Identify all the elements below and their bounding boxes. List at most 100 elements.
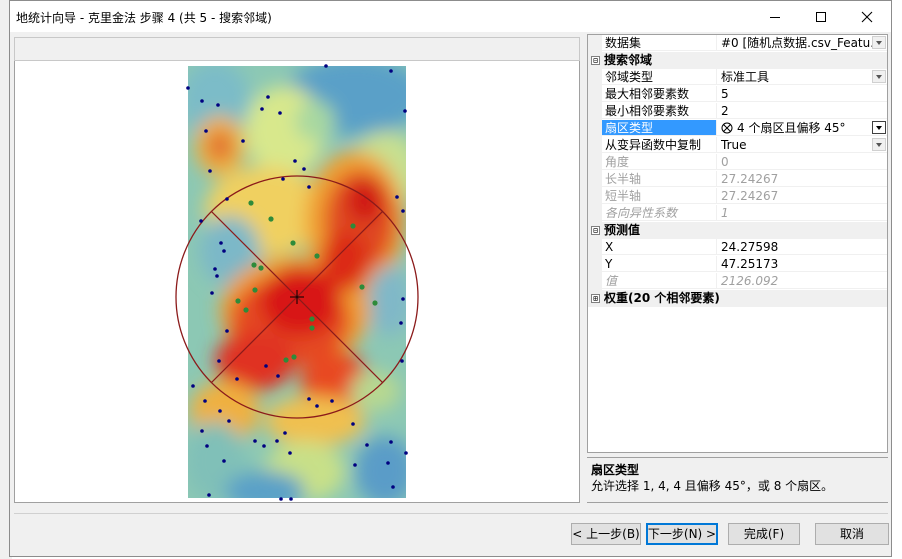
sample-point (217, 359, 221, 363)
prop-row-max-neighbors[interactable]: 最大相邻要素数 5 (588, 86, 887, 103)
sample-point (276, 374, 280, 378)
sample-point (288, 451, 292, 455)
sample-point (213, 267, 217, 271)
next-button[interactable]: 下一步(N) > (646, 523, 718, 545)
cancel-button[interactable]: 取消 (815, 523, 889, 545)
prop-value[interactable]: 2 (716, 103, 887, 119)
map-preview[interactable] (14, 61, 580, 503)
sample-point (260, 107, 264, 111)
prop-row-y[interactable]: Y 47.25173 (588, 256, 887, 273)
prop-name: 值 (602, 273, 716, 289)
expand-icon[interactable]: ⊞ (591, 294, 600, 303)
prop-row-copy-from-variogram[interactable]: 从变异函数中复制 True (588, 137, 887, 154)
sample-point (218, 409, 222, 413)
title-bar: 地统计向导 - 克里金法 步骤 4 (共 5 - 搜索邻域) (10, 1, 891, 32)
prop-row-value: 值 2126.092 (588, 273, 887, 290)
prop-name: 扇区类型 (602, 120, 716, 136)
neighbor-point (372, 300, 378, 306)
neighbor-point (309, 316, 315, 322)
finish-button[interactable]: 完成(F) (728, 523, 800, 545)
neighbor-point (243, 307, 249, 313)
category-weights[interactable]: ⊞ 权重(20 个相邻要素) (588, 290, 887, 307)
sample-point (386, 461, 390, 465)
prop-row-angle: 角度 0 (588, 154, 887, 171)
sample-point (289, 497, 293, 501)
category-prediction[interactable]: ⊟ 预测值 (588, 222, 887, 239)
prop-value[interactable]: 47.25173 (716, 256, 887, 272)
prop-name: 短半轴 (602, 188, 716, 204)
category-label: 预测值 (604, 223, 641, 237)
prop-name: 各向异性系数 (602, 205, 716, 221)
close-icon (861, 11, 873, 22)
sample-point (264, 364, 268, 368)
maximize-button[interactable] (798, 1, 844, 32)
dropdown-arrow-icon[interactable] (872, 121, 886, 134)
close-button[interactable] (844, 1, 890, 32)
neighbor-point (235, 298, 241, 304)
prop-value: 2126.092 (716, 273, 887, 289)
panel-splitter[interactable] (580, 35, 586, 505)
prop-value[interactable]: 5 (716, 86, 887, 102)
minimize-button[interactable] (752, 1, 798, 32)
sample-point (204, 129, 208, 133)
sample-point (401, 297, 405, 301)
sample-point (365, 443, 369, 447)
prop-row-x[interactable]: X 24.27598 (588, 239, 887, 256)
dropdown-arrow-icon[interactable] (872, 138, 886, 151)
neighbor-point (251, 262, 257, 268)
neighbor-point (248, 200, 254, 206)
sample-point (330, 399, 334, 403)
sample-point (279, 497, 283, 501)
prop-row-sector-type[interactable]: 扇区类型 4 个扇区且偏移 45° (588, 120, 887, 137)
sample-point (391, 485, 395, 489)
prop-value[interactable]: 标准工具 (716, 69, 887, 85)
collapse-icon[interactable]: ⊟ (591, 226, 600, 235)
prop-name: Y (602, 256, 716, 272)
prop-name: 数据集 (602, 35, 716, 51)
prop-value[interactable]: #0 [随机点数据.csv_Featu... (716, 35, 887, 51)
sample-point (401, 209, 405, 213)
back-button[interactable]: < 上一步(B) (571, 523, 641, 545)
sample-point (186, 86, 190, 90)
help-panel: 扇区类型 允许选择 1, 4, 4 且偏移 45°，或 8 个扇区。 (587, 457, 888, 503)
sample-point (207, 493, 211, 497)
prop-name: X (602, 239, 716, 255)
prop-name: 长半轴 (602, 171, 716, 187)
sample-point (399, 321, 403, 325)
property-grid[interactable]: 数据集 #0 [随机点数据.csv_Featu... ⊟ 搜索邻域 邻域类型 标… (587, 34, 888, 453)
help-text: 允许选择 1, 4, 4 且偏移 45°，或 8 个扇区。 (591, 479, 834, 493)
prop-value[interactable]: 4 个扇区且偏移 45° (716, 120, 887, 136)
sample-point (404, 451, 408, 455)
sample-point (241, 139, 245, 143)
sample-point (293, 159, 297, 163)
sample-point (200, 429, 204, 433)
dropdown-arrow-icon[interactable] (872, 36, 886, 49)
sample-point (219, 241, 223, 245)
prop-value[interactable]: True (716, 137, 887, 153)
collapse-icon[interactable]: ⊟ (591, 56, 600, 65)
sample-point (351, 422, 355, 426)
prop-name: 角度 (602, 154, 716, 170)
prop-row-minor-semiaxis: 短半轴 27.24267 (588, 188, 887, 205)
sample-point (307, 397, 311, 401)
sample-point (302, 167, 306, 171)
prop-name: 最大相邻要素数 (602, 86, 716, 102)
sample-point (199, 219, 203, 223)
prop-row-dataset[interactable]: 数据集 #0 [随机点数据.csv_Featu... (588, 35, 887, 52)
sample-point (324, 64, 328, 68)
kriging-surface-map[interactable] (15, 61, 580, 503)
prop-value: 0 (716, 154, 887, 170)
sample-point (281, 177, 285, 181)
sample-point (216, 103, 220, 107)
map-toolbar (14, 37, 580, 61)
prop-row-min-neighbors[interactable]: 最小相邻要素数 2 (588, 103, 887, 120)
sample-point (205, 444, 209, 448)
sample-point (215, 274, 219, 278)
sample-point (222, 249, 226, 253)
category-search-neighborhood[interactable]: ⊟ 搜索邻域 (588, 52, 887, 69)
prop-value[interactable]: 24.27598 (716, 239, 887, 255)
separator (14, 513, 888, 514)
prop-row-neighborhood-type[interactable]: 邻域类型 标准工具 (588, 69, 887, 86)
dropdown-arrow-icon[interactable] (872, 70, 886, 83)
neighbor-point (314, 253, 320, 259)
